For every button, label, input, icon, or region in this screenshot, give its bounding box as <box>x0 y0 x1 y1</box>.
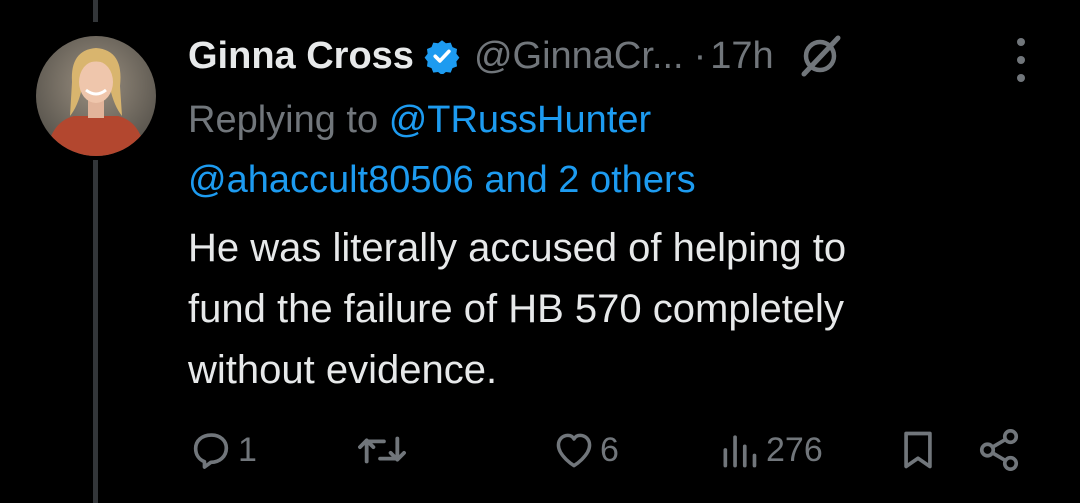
bookmark-icon <box>904 431 932 469</box>
mention-link[interactable]: @TRussHunter <box>389 99 651 141</box>
more-dots-icon[interactable] <box>1006 38 1036 82</box>
replying-to-label: Replying to <box>188 99 379 141</box>
separator-dot: · <box>693 34 707 77</box>
heart-icon <box>556 433 592 468</box>
share-icon <box>979 429 1019 471</box>
tweet-header: Ginna Cross @GinnaCr... · 17h <box>188 28 1058 84</box>
reply-icon <box>193 433 229 469</box>
author-handle[interactable]: @GinnaCr... <box>474 35 684 78</box>
action-bar: 1 6 276 <box>0 420 1080 480</box>
replying-to-line-2: @ahaccult80506 and 2 others <box>188 150 1048 210</box>
grok-icon[interactable] <box>796 32 844 80</box>
replying-to-line: Replying to @TRussHunter <box>188 90 1048 150</box>
mention-link-2[interactable]: @ahaccult80506 <box>188 159 474 201</box>
share-button[interactable] <box>974 420 1024 480</box>
views-button[interactable]: 276 <box>718 420 823 480</box>
avatar[interactable] <box>36 36 156 156</box>
thread-line-top <box>93 0 98 22</box>
repost-icon <box>358 436 406 464</box>
tweet-text-line: fund the failure of HB 570 completely <box>188 287 844 331</box>
like-button[interactable]: 6 <box>552 420 619 480</box>
views-count: 276 <box>766 430 823 469</box>
author-name[interactable]: Ginna Cross <box>188 35 414 78</box>
tweet-text-line: He was literally accused of helping to <box>188 226 847 270</box>
avatar-photo <box>36 36 156 156</box>
verified-badge-icon <box>424 38 460 74</box>
reply-button[interactable]: 1 <box>188 420 257 480</box>
repost-button[interactable] <box>354 420 414 480</box>
reply-count: 1 <box>238 430 257 469</box>
bookmark-button[interactable] <box>896 420 940 480</box>
tweet-text: He was literally accused of helping to f… <box>188 218 1058 401</box>
tweet-text-line: without evidence. <box>188 348 498 392</box>
views-chart-icon <box>723 435 757 468</box>
like-count: 6 <box>600 430 619 469</box>
others-link[interactable]: and 2 others <box>484 159 695 201</box>
tweet-timestamp[interactable]: 17h <box>710 35 773 78</box>
